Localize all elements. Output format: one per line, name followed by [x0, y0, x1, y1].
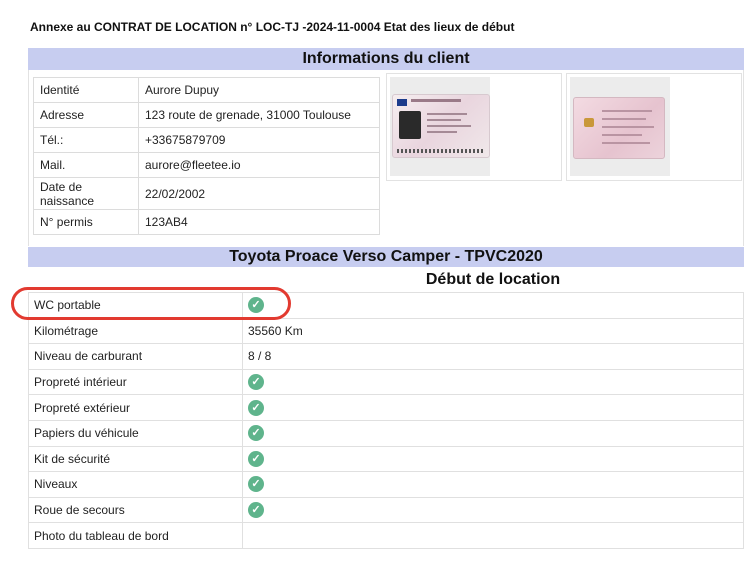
field-label: Tél.: — [33, 127, 139, 153]
row-value — [242, 522, 744, 549]
field-label: Adresse — [33, 102, 139, 128]
client-row-phone: Tél.: +33675879709 — [33, 127, 380, 153]
checklist-row-dashboard-photo: Photo du tableau de bord — [28, 522, 744, 549]
client-row-email: Mail. aurore@fleetee.io — [33, 152, 380, 178]
row-value: 35560 Km — [242, 317, 744, 345]
vehicle-section-title: Toyota Proace Verso Camper - TPVC2020 — [28, 247, 744, 267]
row-value: ✓ — [242, 471, 744, 498]
field-value: 123AB4 — [138, 209, 380, 235]
field-value: +33675879709 — [138, 127, 380, 153]
checklist-row-safety-kit: Kit de sécurité ✓ — [28, 445, 744, 473]
document-title: Annexe au CONTRAT DE LOCATION n° LOC-TJ … — [30, 20, 515, 34]
field-value: 123 route de grenade, 31000 Toulouse — [138, 102, 380, 128]
column-header-start: Début de location — [425, 271, 561, 288]
row-label: Kilométrage — [28, 317, 243, 345]
checklist-row-levels: Niveaux ✓ — [28, 471, 744, 498]
check-circle-icon: ✓ — [248, 502, 264, 519]
check-circle-icon: ✓ — [248, 399, 264, 416]
portrait-icon — [399, 111, 421, 139]
row-value: ✓ — [242, 419, 744, 447]
row-label: Propreté intérieur — [28, 368, 243, 396]
row-value: ✓ — [242, 368, 744, 396]
row-label: Photo du tableau de bord — [28, 522, 243, 549]
license-card-image — [573, 97, 665, 159]
check-circle-icon: ✓ — [248, 476, 264, 493]
row-value: ✓ — [242, 394, 744, 421]
client-row-identity: Identité Aurore Dupuy — [33, 77, 380, 103]
row-label: Niveaux — [28, 471, 243, 498]
client-row-license: N° permis 123AB4 — [33, 209, 380, 235]
checklist-row-wc: WC portable ✓ — [28, 292, 744, 319]
checklist-row-mileage: Kilométrage 35560 Km — [28, 317, 744, 345]
field-label: Mail. — [33, 152, 139, 178]
client-row-birthdate: Date de naissance 22/02/2002 — [33, 177, 380, 210]
field-label: N° permis — [33, 209, 139, 235]
row-label: Niveau de carburant — [28, 343, 243, 370]
row-value: ✓ — [242, 496, 744, 524]
field-value: aurore@fleetee.io — [138, 152, 380, 178]
row-value: ✓ — [242, 445, 744, 473]
check-circle-icon: ✓ — [248, 297, 264, 314]
field-value: Aurore Dupuy — [138, 77, 380, 103]
client-row-address: Adresse 123 route de grenade, 31000 Toul… — [33, 102, 380, 128]
field-label: Identité — [33, 77, 139, 103]
inspection-checklist: WC portable ✓ Kilométrage 35560 Km Nivea… — [28, 292, 744, 549]
check-circle-icon: ✓ — [248, 374, 264, 391]
row-label: Kit de sécurité — [28, 445, 243, 473]
row-label: Propreté extérieur — [28, 394, 243, 421]
flag-icon — [397, 99, 407, 106]
checklist-row-exterior: Propreté extérieur ✓ — [28, 394, 744, 421]
check-circle-icon: ✓ — [248, 425, 264, 442]
checklist-row-interior: Propreté intérieur ✓ — [28, 368, 744, 396]
row-value: ✓ — [242, 292, 744, 319]
row-label: Roue de secours — [28, 496, 243, 524]
check-circle-icon: ✓ — [248, 450, 264, 467]
row-label: Papiers du véhicule — [28, 419, 243, 447]
field-label: Date de naissance — [33, 177, 139, 210]
client-info-table: Identité Aurore Dupuy Adresse 123 route … — [33, 77, 380, 235]
chip-icon — [584, 118, 594, 127]
checklist-row-spare-wheel: Roue de secours ✓ — [28, 496, 744, 524]
client-section-title: Informations du client — [28, 48, 744, 70]
row-label: WC portable — [28, 292, 243, 319]
row-value: 8 / 8 — [242, 343, 744, 370]
id-card-image — [392, 94, 490, 158]
checklist-row-papers: Papiers du véhicule ✓ — [28, 419, 744, 447]
checklist-row-fuel: Niveau de carburant 8 / 8 — [28, 343, 744, 370]
field-value: 22/02/2002 — [138, 177, 380, 210]
